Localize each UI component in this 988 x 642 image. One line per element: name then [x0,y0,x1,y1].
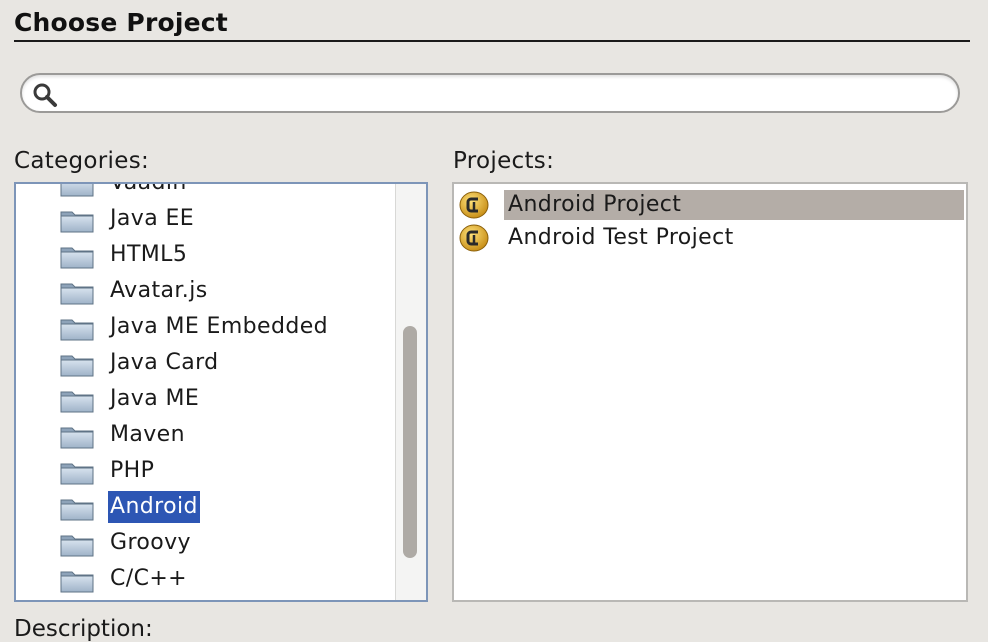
category-item-java-me-embedded[interactable]: Java ME Embedded [16,310,396,346]
category-label: Java ME [110,386,200,411]
folder-icon [60,533,94,561]
folder-icon [60,317,94,345]
folder-icon [60,184,94,201]
category-item-groovy[interactable]: Groovy [16,526,396,562]
category-label: Java EE [110,206,195,231]
categories-label: Categories: [14,148,150,174]
category-label: Maven [110,422,185,447]
android-project-icon [459,191,489,223]
project-item-android-test-project[interactable]: Android Test Project [454,221,966,253]
description-label: Description: [14,616,153,642]
category-label: Avatar.js [110,278,208,303]
search-box[interactable] [20,73,960,113]
category-label: PHP [110,458,155,483]
search-input[interactable] [70,79,944,109]
category-label: Java ME Embedded [110,314,328,339]
folder-icon [60,353,94,381]
category-label: C/C++ [110,566,188,591]
category-label: Android [108,491,200,523]
category-item-php[interactable]: PHP [16,454,396,490]
category-label: HTML5 [110,242,188,267]
category-label: Groovy [110,530,191,555]
categories-scrollbar-thumb[interactable] [403,326,417,558]
search-icon [33,83,57,107]
folder-icon [60,389,94,417]
category-item-java-ee[interactable]: Java EE [16,202,396,238]
category-item-java-card[interactable]: Java Card [16,346,396,382]
folder-icon [60,245,94,273]
project-label: Android Test Project [508,225,734,250]
folder-icon [60,461,94,489]
dialog-title: Choose Project [14,8,228,37]
folder-icon [60,497,94,525]
category-item-maven[interactable]: Maven [16,418,396,454]
project-label: Android Project [504,190,964,220]
projects-list[interactable]: Android Project Android Test Project [452,182,968,602]
project-item-android-project[interactable]: Android Project [454,188,966,220]
category-item-html5[interactable]: HTML5 [16,238,396,274]
title-divider [14,40,970,42]
folder-icon [60,209,94,237]
category-item-android[interactable]: Android [16,490,396,526]
categories-tree: Vaadin Java EE HTML5 Avatar.js Java ME Embed… [16,182,396,598]
category-item-c-c[interactable]: C/C++ [16,562,396,598]
folder-icon [60,569,94,597]
folder-icon [60,281,94,309]
category-item-vaadin[interactable]: Vaadin [16,182,396,202]
categories-list[interactable]: Vaadin Java EE HTML5 Avatar.js Java ME Embed… [14,182,428,602]
category-item-avatar-js[interactable]: Avatar.js [16,274,396,310]
folder-icon [60,425,94,453]
category-item-java-me[interactable]: Java ME [16,382,396,418]
categories-scrollbar[interactable] [395,184,426,600]
projects-label: Projects: [453,148,555,174]
category-label: Vaadin [110,182,187,195]
category-label: Java Card [110,350,219,375]
android-project-icon [459,224,489,256]
